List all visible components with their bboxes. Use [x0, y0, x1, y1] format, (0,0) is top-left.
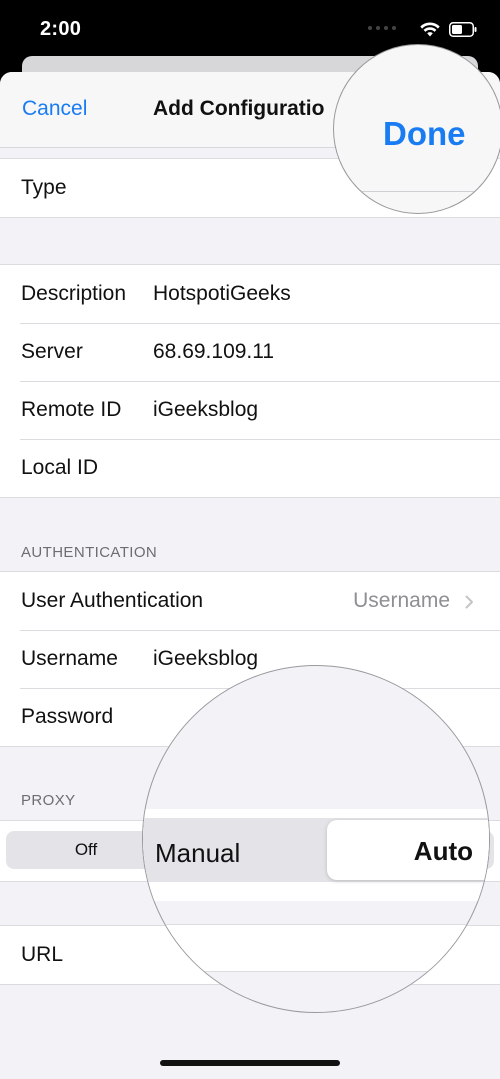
local-id-label: Local ID: [21, 456, 99, 479]
remote-id-row[interactable]: Remote ID iGeeksblog: [0, 381, 500, 439]
description-row[interactable]: Description HotspotiGeeks: [0, 265, 500, 323]
remote-id-field[interactable]: iGeeksblog: [153, 398, 258, 422]
user-authentication-value: Username: [353, 589, 450, 612]
proxy-auto-segment[interactable]: Auto: [327, 820, 489, 880]
status-time: 2:00: [40, 18, 82, 40]
screen: 2:00 Cancel Add Configuratio Type Descri…: [0, 0, 500, 1079]
description-label: Description: [21, 282, 127, 305]
chevron-right-icon: [465, 595, 473, 609]
page-title: Add Configuratio: [153, 97, 325, 120]
server-row[interactable]: Server 68.69.109.11: [0, 323, 500, 381]
authentication-header: AUTHENTICATION: [21, 544, 158, 561]
done-button[interactable]: Done: [383, 115, 466, 153]
password-label: Password: [21, 705, 114, 728]
description-field[interactable]: HotspotiGeeks: [153, 282, 291, 306]
home-indicator[interactable]: [160, 1060, 340, 1066]
signal-dots-icon: [368, 26, 408, 32]
server-field[interactable]: 68.69.109.11: [153, 340, 274, 364]
username-field[interactable]: iGeeksblog: [153, 647, 258, 671]
url-label: URL: [21, 943, 64, 966]
user-authentication-row[interactable]: User Authentication Username: [0, 572, 500, 630]
proxy-auto-label: Auto: [413, 836, 473, 866]
wifi-icon: [420, 22, 440, 37]
local-id-row[interactable]: Local ID: [0, 439, 500, 497]
user-authentication-label: User Authentication: [21, 589, 204, 612]
battery-icon: [449, 22, 477, 37]
proxy-magnifier: Manual Auto: [142, 665, 490, 1013]
general-group: Description HotspotiGeeks Server 68.69.1…: [0, 264, 500, 498]
username-label: Username: [21, 647, 118, 670]
proxy-header: PROXY: [21, 792, 76, 809]
proxy-manual-segment[interactable]: Manual: [155, 838, 240, 869]
type-label: Type: [21, 176, 67, 199]
server-label: Server: [21, 340, 83, 363]
done-magnifier: Done: [333, 44, 500, 214]
remote-id-label: Remote ID: [21, 398, 122, 421]
cancel-button[interactable]: Cancel: [22, 97, 87, 121]
